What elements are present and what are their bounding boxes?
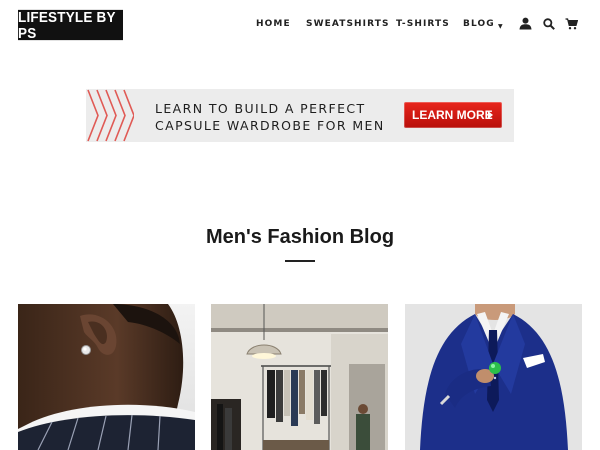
blog-post-card[interactable] bbox=[405, 304, 582, 450]
clothing-store-photo bbox=[211, 304, 388, 450]
nav-sweatshirts[interactable]: SWEATSHIRTS bbox=[306, 19, 390, 29]
user-icon[interactable] bbox=[519, 17, 532, 30]
title-divider bbox=[285, 260, 315, 262]
banner-line-1: LEARN TO BUILD A PERFECT bbox=[155, 101, 366, 116]
banner-text: LEARN TO BUILD A PERFECT CAPSULE WARDROB… bbox=[155, 100, 385, 134]
site-header: LIFESTYLE BY PS HOME SWEATSHIRTS T-SHIRT… bbox=[0, 0, 600, 52]
chevron-down-icon[interactable]: ▼ bbox=[498, 23, 503, 30]
search-icon[interactable] bbox=[543, 18, 555, 30]
main-nav: HOME SWEATSHIRTS T-SHIRTS BLOG ▼ bbox=[0, 19, 600, 33]
cart-icon[interactable] bbox=[565, 18, 578, 30]
earring-photo bbox=[18, 304, 195, 450]
learn-more-button[interactable]: LEARN MORE bbox=[404, 102, 502, 128]
nav-t-shirts[interactable]: T-SHIRTS bbox=[396, 19, 450, 29]
banner-line-2: CAPSULE WARDROBE FOR MEN bbox=[155, 118, 385, 133]
capsule-wardrobe-banner[interactable]: LEARN TO BUILD A PERFECT CAPSULE WARDROB… bbox=[86, 89, 514, 142]
nav-home[interactable]: HOME bbox=[256, 19, 291, 29]
blog-post-card[interactable] bbox=[211, 304, 388, 450]
nav-blog[interactable]: BLOG bbox=[463, 19, 495, 29]
blog-post-card[interactable] bbox=[18, 304, 195, 450]
learn-more-label: LEARN MORE bbox=[412, 108, 493, 122]
chevron-pattern-icon bbox=[87, 89, 134, 142]
page-title: Men's Fashion Blog bbox=[205, 226, 395, 248]
navy-suit-photo bbox=[405, 304, 582, 450]
play-arrow-icon bbox=[488, 111, 493, 119]
